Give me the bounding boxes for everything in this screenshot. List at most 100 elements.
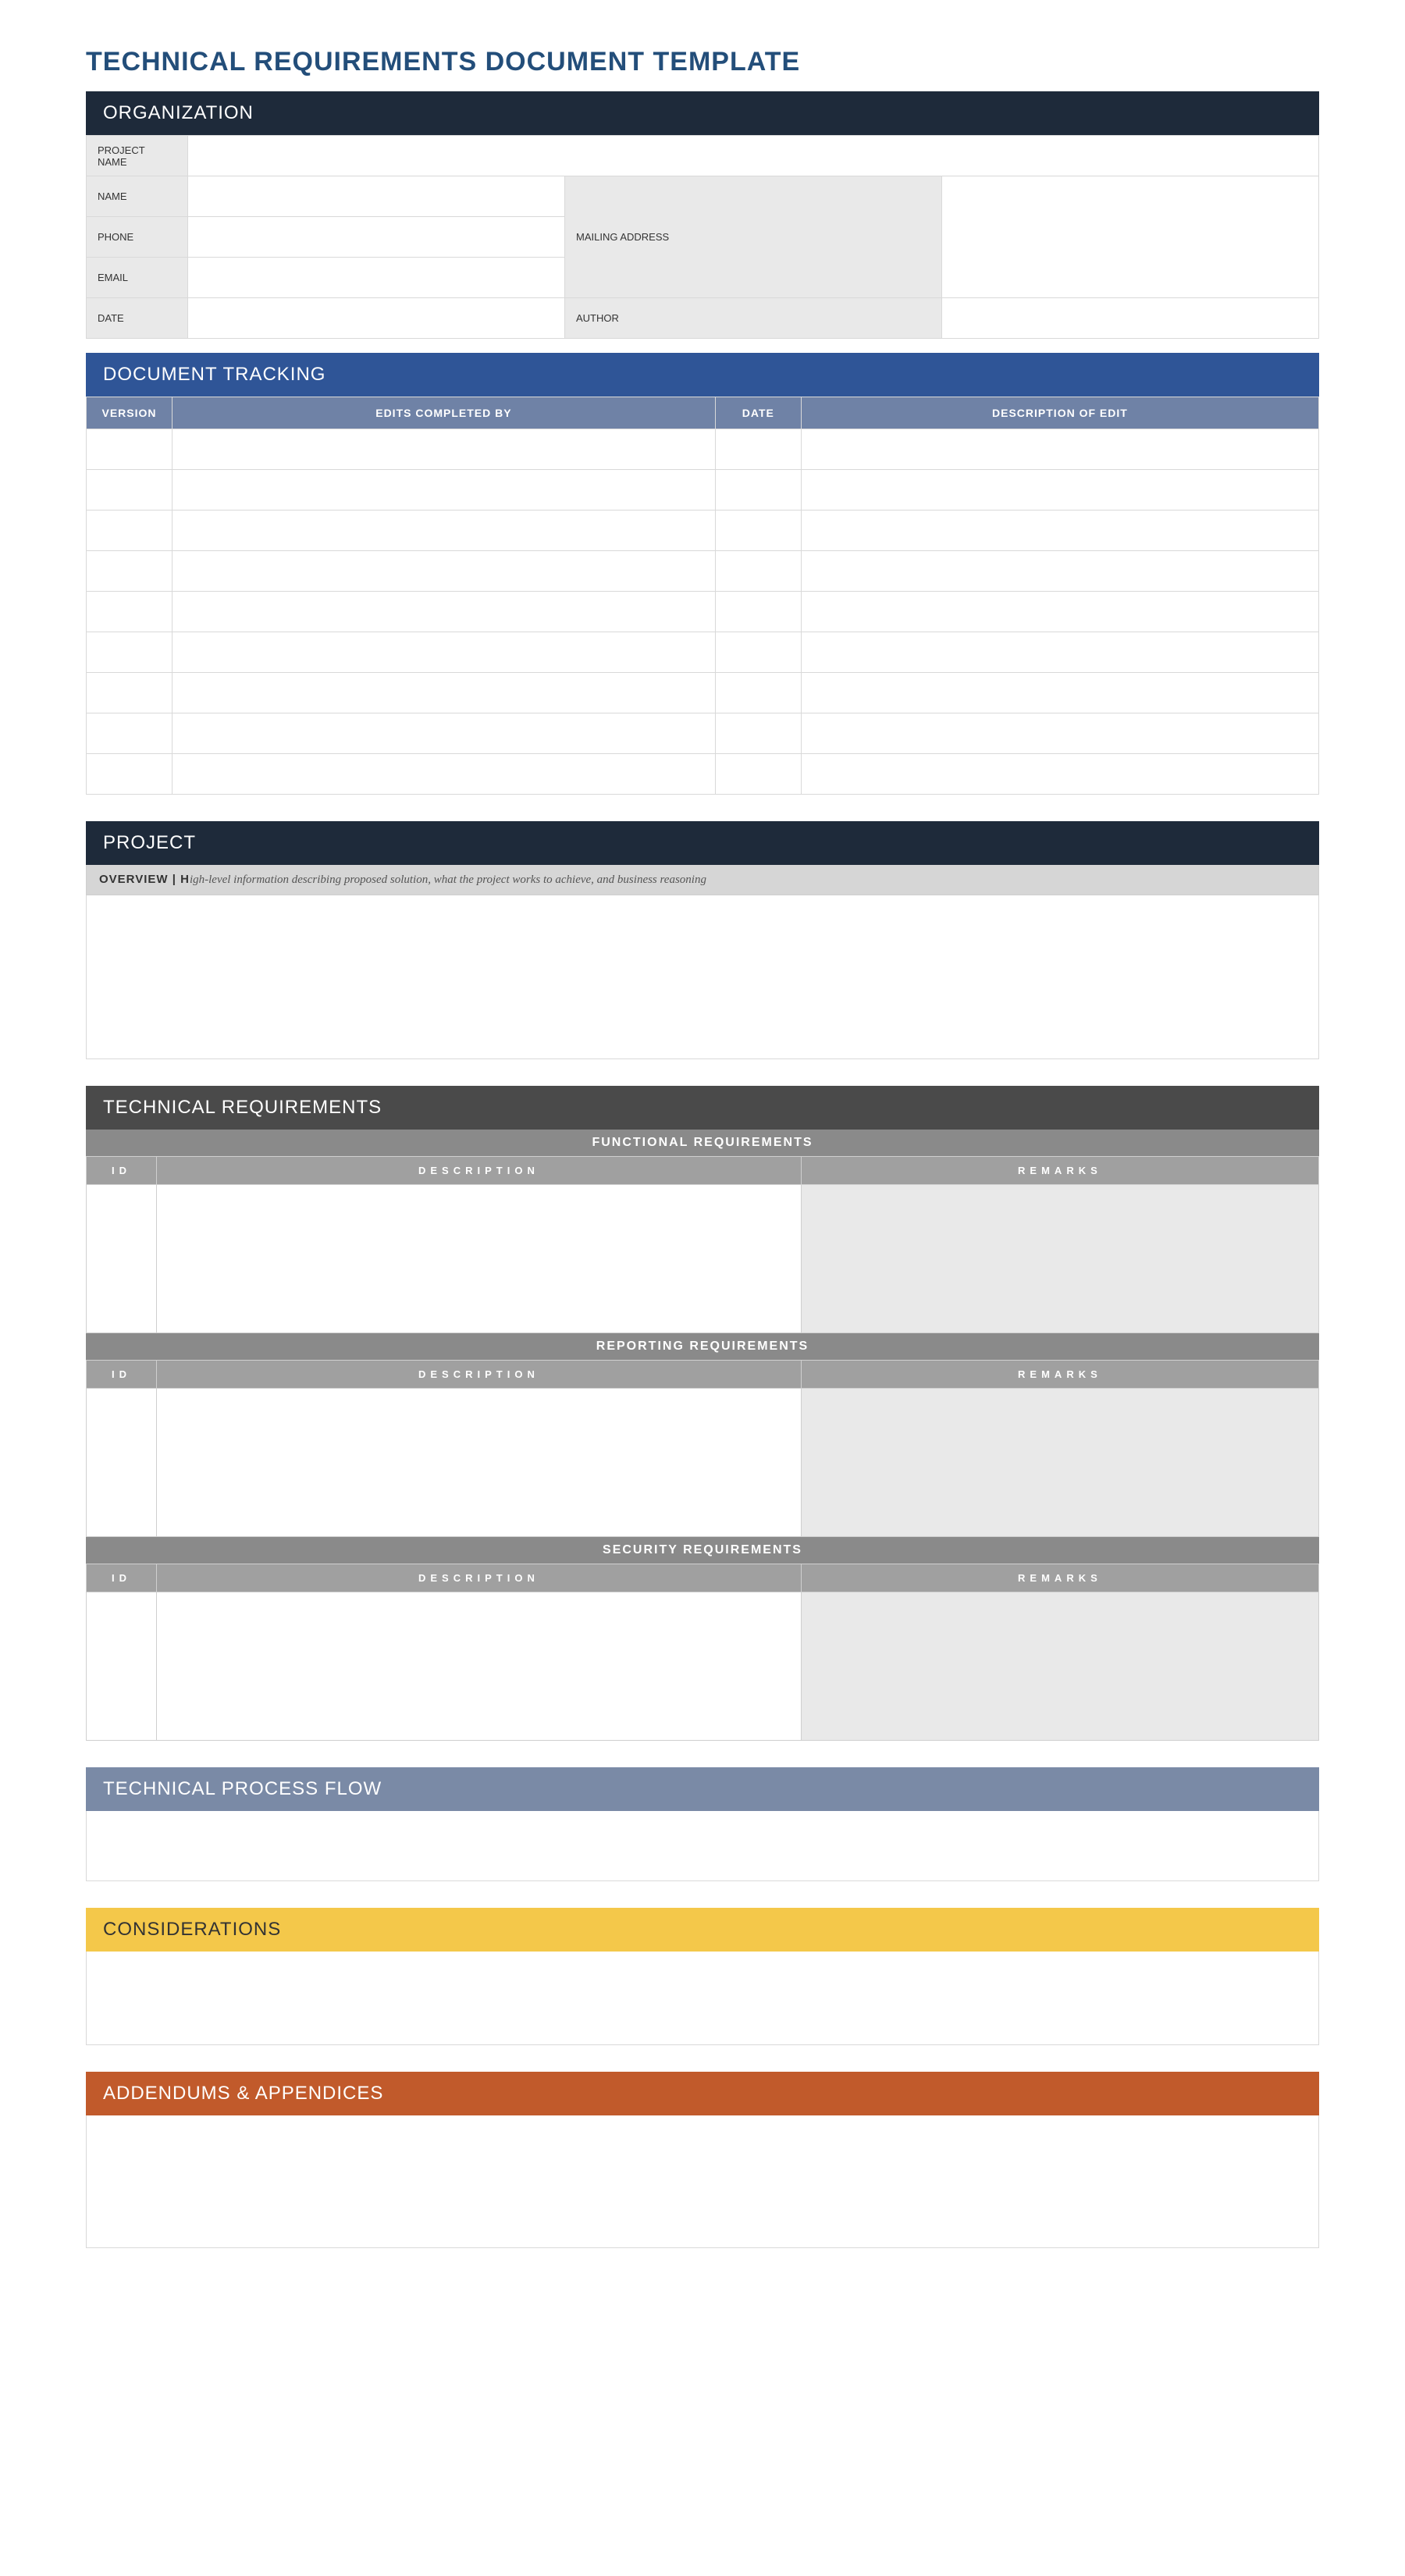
tracking-cell-date[interactable] xyxy=(715,470,801,511)
tracking-cell-date[interactable] xyxy=(715,754,801,795)
col-edits-by: EDITS COMPLETED BY xyxy=(173,397,716,429)
tracking-cell-description[interactable] xyxy=(801,713,1318,754)
tracking-cell-version[interactable] xyxy=(87,511,173,551)
table-row xyxy=(87,1592,1319,1741)
field-email[interactable] xyxy=(188,258,565,298)
tracking-table: VERSION EDITS COMPLETED BY DATE DESCRIPT… xyxy=(86,397,1319,795)
table-row xyxy=(87,551,1319,592)
tech-header: TECHNICAL REQUIREMENTS xyxy=(86,1086,1319,1130)
tracking-cell-description[interactable] xyxy=(801,429,1318,470)
req-col-id: ID xyxy=(87,1157,157,1185)
tracking-cell-edits_by[interactable] xyxy=(173,551,716,592)
tracking-cell-version[interactable] xyxy=(87,754,173,795)
req-col-remarks: REMARKS xyxy=(801,1157,1318,1185)
table-row xyxy=(87,673,1319,713)
tracking-cell-edits_by[interactable] xyxy=(173,673,716,713)
overview-label: OVERVIEW | H xyxy=(99,873,190,886)
addendums-header: ADDENDUMS & APPENDICES xyxy=(86,2072,1319,2115)
organization-header: ORGANIZATION xyxy=(86,91,1319,135)
tracking-cell-version[interactable] xyxy=(87,429,173,470)
considerations-header: CONSIDERATIONS xyxy=(86,1908,1319,1952)
req-col-description: DESCRIPTION xyxy=(157,1361,802,1389)
tracking-cell-date[interactable] xyxy=(715,713,801,754)
field-phone[interactable] xyxy=(188,217,565,258)
req-id-cell[interactable] xyxy=(87,1389,157,1537)
table-row xyxy=(87,592,1319,632)
req-id-cell[interactable] xyxy=(87,1592,157,1741)
tracking-cell-date[interactable] xyxy=(715,632,801,673)
tracking-cell-date[interactable] xyxy=(715,673,801,713)
req-desc-cell[interactable] xyxy=(157,1185,802,1333)
req-col-remarks: REMARKS xyxy=(801,1564,1318,1592)
label-mailing-address: MAILING ADDRESS xyxy=(565,176,942,298)
tracking-cell-description[interactable] xyxy=(801,632,1318,673)
flow-header: TECHNICAL PROCESS FLOW xyxy=(86,1767,1319,1811)
addendums-body[interactable] xyxy=(86,2115,1319,2248)
tracking-cell-edits_by[interactable] xyxy=(173,713,716,754)
tracking-cell-description[interactable] xyxy=(801,551,1318,592)
col-description: DESCRIPTION OF EDIT xyxy=(801,397,1318,429)
tracking-cell-version[interactable] xyxy=(87,470,173,511)
req-id-cell[interactable] xyxy=(87,1185,157,1333)
label-date: DATE xyxy=(87,298,188,339)
table-row xyxy=(87,1185,1319,1333)
table-row xyxy=(87,632,1319,673)
label-email: EMAIL xyxy=(87,258,188,298)
req-table: IDDESCRIPTIONREMARKS xyxy=(86,1360,1319,1537)
tracking-cell-description[interactable] xyxy=(801,592,1318,632)
table-row xyxy=(87,470,1319,511)
tracking-cell-edits_by[interactable] xyxy=(173,592,716,632)
page-title: TECHNICAL REQUIREMENTS DOCUMENT TEMPLATE xyxy=(86,47,1319,77)
tracking-cell-date[interactable] xyxy=(715,551,801,592)
table-row xyxy=(87,754,1319,795)
tracking-cell-edits_by[interactable] xyxy=(173,429,716,470)
overview-hint: igh-level information describing propose… xyxy=(190,873,706,886)
req-subheader: REPORTING REQUIREMENTS xyxy=(86,1333,1319,1360)
tracking-cell-edits_by[interactable] xyxy=(173,470,716,511)
tracking-cell-description[interactable] xyxy=(801,673,1318,713)
req-col-id: ID xyxy=(87,1564,157,1592)
req-subheader: FUNCTIONAL REQUIREMENTS xyxy=(86,1130,1319,1156)
tracking-cell-description[interactable] xyxy=(801,511,1318,551)
field-author[interactable] xyxy=(942,298,1319,339)
req-remarks-cell[interactable] xyxy=(801,1389,1318,1537)
req-col-description: DESCRIPTION xyxy=(157,1157,802,1185)
tracking-cell-version[interactable] xyxy=(87,673,173,713)
col-date: DATE xyxy=(715,397,801,429)
table-row xyxy=(87,1389,1319,1537)
field-mailing-address[interactable] xyxy=(942,176,1319,298)
label-name: NAME xyxy=(87,176,188,217)
tracking-cell-version[interactable] xyxy=(87,713,173,754)
tracking-cell-version[interactable] xyxy=(87,592,173,632)
overview-strip: OVERVIEW | High-level information descri… xyxy=(86,865,1319,895)
tracking-cell-edits_by[interactable] xyxy=(173,754,716,795)
req-table: IDDESCRIPTIONREMARKS xyxy=(86,1564,1319,1741)
tracking-cell-date[interactable] xyxy=(715,429,801,470)
tracking-cell-version[interactable] xyxy=(87,632,173,673)
req-remarks-cell[interactable] xyxy=(801,1185,1318,1333)
tracking-cell-description[interactable] xyxy=(801,470,1318,511)
tracking-cell-version[interactable] xyxy=(87,551,173,592)
overview-body[interactable] xyxy=(86,895,1319,1059)
field-date[interactable] xyxy=(188,298,565,339)
table-row xyxy=(87,713,1319,754)
req-desc-cell[interactable] xyxy=(157,1389,802,1537)
tracking-cell-description[interactable] xyxy=(801,754,1318,795)
tracking-cell-date[interactable] xyxy=(715,592,801,632)
req-remarks-cell[interactable] xyxy=(801,1592,1318,1741)
field-project-name[interactable] xyxy=(188,136,1319,176)
flow-body[interactable] xyxy=(86,1811,1319,1881)
label-project-name: PROJECT NAME xyxy=(87,136,188,176)
tracking-cell-edits_by[interactable] xyxy=(173,511,716,551)
tracking-cell-edits_by[interactable] xyxy=(173,632,716,673)
considerations-body[interactable] xyxy=(86,1952,1319,2045)
label-author: AUTHOR xyxy=(565,298,942,339)
organization-table: PROJECT NAME NAME MAILING ADDRESS PHONE … xyxy=(86,135,1319,339)
req-table: IDDESCRIPTIONREMARKS xyxy=(86,1156,1319,1333)
table-row xyxy=(87,511,1319,551)
req-desc-cell[interactable] xyxy=(157,1592,802,1741)
tracking-cell-date[interactable] xyxy=(715,511,801,551)
field-name[interactable] xyxy=(188,176,565,217)
req-col-description: DESCRIPTION xyxy=(157,1564,802,1592)
col-version: VERSION xyxy=(87,397,173,429)
